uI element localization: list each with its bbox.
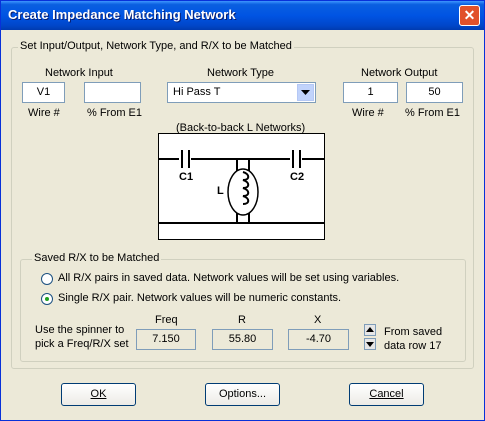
- r-value: 55.80: [212, 329, 273, 350]
- input-percent-field[interactable]: [84, 82, 141, 103]
- close-button[interactable]: ✕: [459, 5, 480, 26]
- cancel-button-label: Cancel: [369, 388, 404, 400]
- arrow-down-icon: [366, 342, 374, 347]
- freq-value: 7.150: [136, 329, 196, 350]
- c1-label: C1: [179, 171, 194, 183]
- spinner-hint-line1: Use the spinner to: [35, 324, 125, 336]
- options-button-label: Options...: [218, 388, 267, 400]
- output-wire-field[interactable]: 1: [343, 82, 398, 103]
- output-percent-field[interactable]: 50: [406, 82, 463, 103]
- dropdown-arrow-icon[interactable]: [297, 84, 314, 101]
- window-title: Create Impedance Matching Network: [8, 7, 236, 22]
- network-output-label: Network Output: [361, 67, 438, 79]
- from-saved-line1: From saved: [384, 326, 443, 338]
- arrow-up-icon: [366, 327, 374, 332]
- input-wire-label: Wire #: [28, 107, 60, 119]
- radio-single-pair-label[interactable]: Single R/X pair. Network values will be …: [58, 292, 341, 304]
- radio-single-pair[interactable]: [41, 293, 53, 305]
- output-percent-label: % From E1: [405, 107, 461, 119]
- output-wire-label: Wire #: [352, 107, 384, 119]
- saved-rx-legend: Saved R/X to be Matched: [32, 252, 162, 264]
- freq-label: Freq: [155, 314, 178, 326]
- dialog-window: Create Impedance Matching Network ✕ Set …: [0, 0, 485, 421]
- input-percent-label: % From E1: [87, 107, 143, 119]
- ok-button-label: OK: [90, 388, 107, 400]
- l-label: L: [217, 185, 224, 197]
- network-type-select[interactable]: Hi Pass T: [167, 82, 316, 103]
- spinner-hint-line2: pick a Freq/R/X set: [35, 338, 129, 350]
- radio-all-pairs-label[interactable]: All R/X pairs in saved data. Network val…: [58, 272, 399, 284]
- spinner-down-button[interactable]: [364, 338, 376, 350]
- c2-label: C2: [290, 171, 305, 183]
- input-wire-field[interactable]: V1: [22, 82, 65, 103]
- x-value: -4.70: [288, 329, 349, 350]
- title-bar[interactable]: Create Impedance Matching Network ✕: [1, 1, 484, 30]
- network-input-label: Network Input: [45, 67, 113, 79]
- circuit-diagram: C1 C2 L: [158, 133, 325, 240]
- options-button[interactable]: Options...: [205, 383, 280, 406]
- r-label: R: [238, 314, 246, 326]
- close-icon: ✕: [463, 7, 476, 23]
- spinner-up-button[interactable]: [364, 324, 376, 336]
- radio-all-pairs[interactable]: [41, 273, 53, 285]
- from-saved-line2: data row 17: [384, 340, 442, 352]
- network-type-value: Hi Pass T: [173, 86, 221, 98]
- x-label: X: [314, 314, 322, 326]
- network-type-label: Network Type: [207, 67, 275, 79]
- cancel-button[interactable]: Cancel: [349, 383, 424, 406]
- network-settings-legend: Set Input/Output, Network Type, and R/X …: [18, 40, 294, 52]
- ok-button[interactable]: OK: [61, 383, 136, 406]
